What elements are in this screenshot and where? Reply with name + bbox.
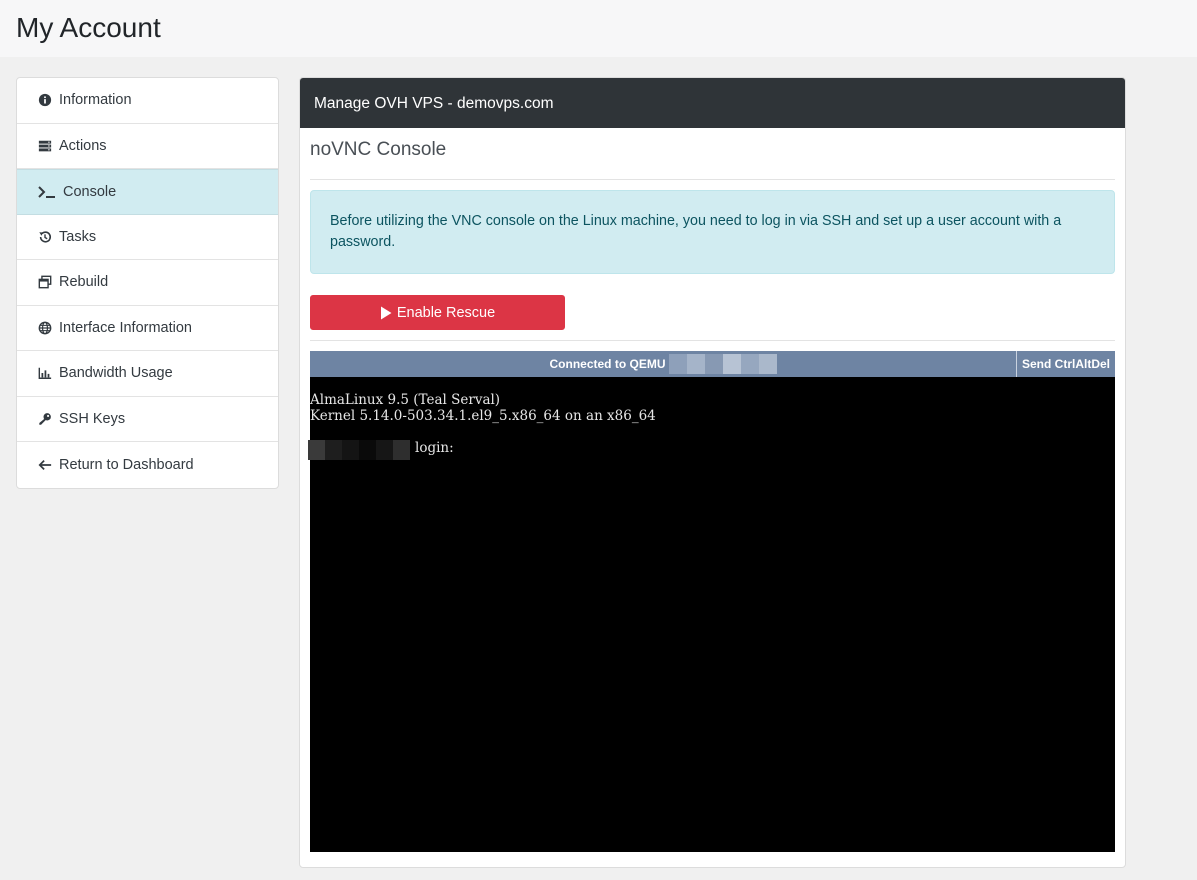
- arrow-left-icon: [38, 458, 52, 472]
- sidebar-item-information[interactable]: Information: [17, 78, 278, 124]
- key-icon: [38, 412, 52, 426]
- redacted-hostname: [308, 440, 410, 460]
- sidebar-item-label: SSH Keys: [59, 410, 126, 427]
- page-title: My Account: [16, 12, 161, 43]
- sidebar: Information Actions Console Tasks Rebuil…: [16, 77, 279, 489]
- sidebar-item-actions[interactable]: Actions: [17, 124, 278, 169]
- sidebar-item-rebuild[interactable]: Rebuild: [17, 260, 278, 306]
- redacted-hostname: [668, 354, 777, 374]
- sidebar-item-tasks[interactable]: Tasks: [17, 215, 278, 260]
- server-icon: [38, 139, 52, 153]
- play-icon: [380, 306, 392, 319]
- sidebar-item-console[interactable]: Console: [17, 169, 278, 215]
- history-icon: [38, 230, 52, 244]
- vnc-status: Connected to QEMU: [310, 351, 1016, 377]
- sidebar-item-label: Interface Information: [59, 319, 192, 336]
- info-circle-icon: [38, 93, 52, 107]
- terminal-line: AlmaLinux 9.5 (Teal Serval): [310, 392, 501, 408]
- page-header: My Account: [0, 0, 1197, 57]
- enable-rescue-button[interactable]: Enable Rescue: [310, 295, 565, 330]
- sidebar-item-interface-information[interactable]: Interface Information: [17, 306, 278, 351]
- sidebar-item-label: Actions: [59, 137, 107, 154]
- sidebar-item-label: Rebuild: [59, 274, 109, 291]
- sidebar-item-label: Information: [59, 92, 132, 109]
- sidebar-item-label: Tasks: [59, 228, 97, 245]
- enable-rescue-label: Enable Rescue: [396, 304, 496, 321]
- chart-bar-icon: [38, 366, 52, 380]
- sidebar-item-bandwidth-usage[interactable]: Bandwidth Usage: [17, 351, 278, 397]
- sidebar-item-label: Bandwidth Usage: [59, 365, 173, 382]
- sidebar-item-label: Return to Dashboard: [59, 456, 194, 473]
- sidebar-item-label: Console: [63, 183, 117, 200]
- main-panel: Manage OVH VPS - demovps.com noVNC Conso…: [299, 77, 1126, 868]
- terminal-icon: [38, 185, 56, 199]
- section-title: noVNC Console: [310, 139, 447, 160]
- terminal-line: Kernel 5.14.0-503.34.1.el9_5.x86_64 on a…: [310, 408, 656, 424]
- panel-header: Manage OVH VPS - demovps.com: [300, 78, 1125, 128]
- send-ctrl-alt-del-button[interactable]: Send CtrlAltDel: [1016, 351, 1115, 377]
- globe-icon: [38, 321, 52, 335]
- divider: [310, 340, 1115, 341]
- window-restore-icon: [38, 275, 52, 289]
- vnc-status-bar: Connected to QEMU Send CtrlAltDel: [310, 351, 1115, 377]
- vnc-status-text: Connected to QEMU: [549, 357, 666, 371]
- login-prompt: login:: [415, 440, 454, 456]
- info-alert: Before utilizing the VNC console on the …: [310, 190, 1115, 274]
- vnc-console-screen[interactable]: AlmaLinux 9.5 (Teal Serval) Kernel 5.14.…: [308, 377, 1115, 852]
- divider: [310, 179, 1115, 180]
- sidebar-item-ssh-keys[interactable]: SSH Keys: [17, 397, 278, 442]
- sidebar-item-return-to-dashboard[interactable]: Return to Dashboard: [17, 442, 278, 488]
